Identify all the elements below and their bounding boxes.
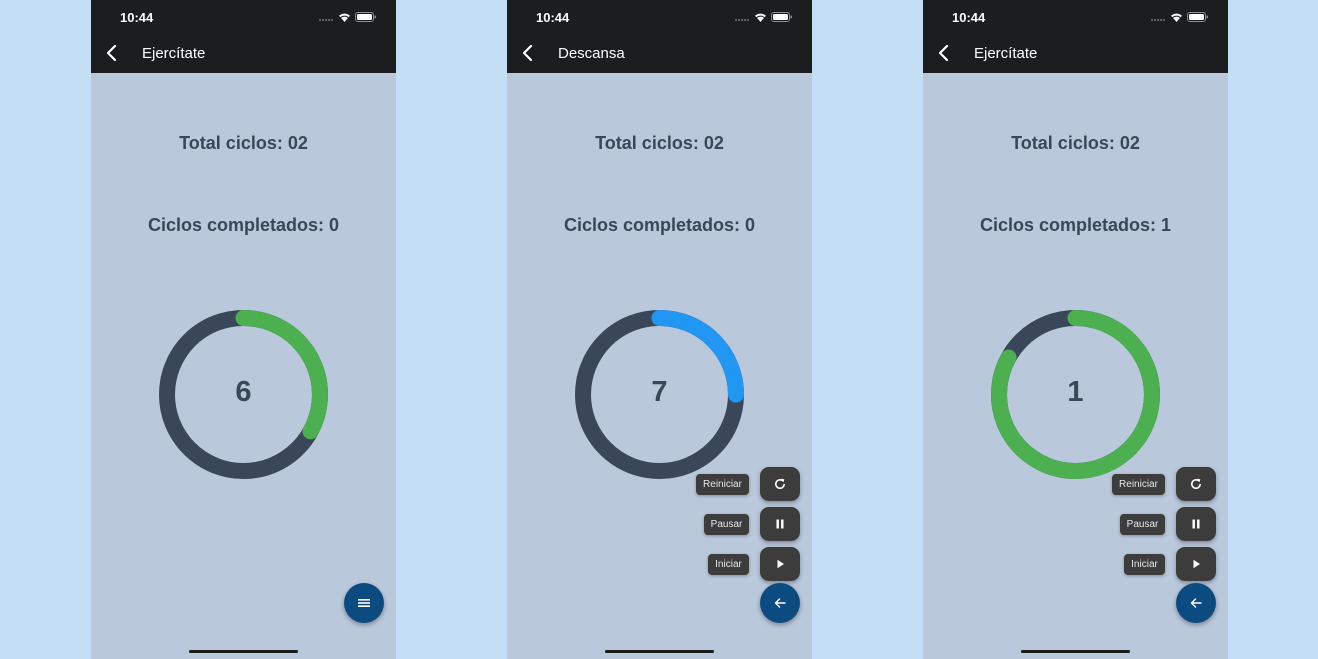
restart-label: Reiniciar <box>1112 474 1165 495</box>
start-label: Iniciar <box>1124 554 1165 575</box>
back-chevron-icon[interactable] <box>521 44 533 62</box>
arrow-left-icon <box>1190 598 1202 608</box>
phone-screen-1: 10:44 Ejercítate Total ciclos: 02 Ciclos… <box>91 0 396 659</box>
menu-fab-button[interactable] <box>344 583 384 623</box>
menu-icon <box>358 599 370 607</box>
home-indicator <box>1021 650 1130 653</box>
play-icon <box>777 559 784 569</box>
back-chevron-icon[interactable] <box>937 44 949 62</box>
completed-cycles-label: Ciclos completados: 0 <box>147 215 340 235</box>
refresh-icon <box>775 478 786 490</box>
pause-button[interactable] <box>760 507 800 541</box>
restart-button[interactable] <box>1176 467 1216 501</box>
cellular-signal-icon <box>319 19 333 21</box>
cellular-signal-icon <box>1151 19 1165 21</box>
wifi-icon <box>1171 13 1182 22</box>
back-chevron-icon[interactable] <box>105 44 117 62</box>
status-bar: 10:44 <box>923 0 1228 34</box>
status-time: 10:44 <box>120 10 154 25</box>
battery-icon <box>355 12 376 22</box>
pause-label: Pausar <box>1120 514 1165 535</box>
countdown-value: 7 <box>651 376 668 408</box>
app-bar: Ejercítate <box>91 34 396 73</box>
page-title: Descansa <box>558 45 625 62</box>
battery-icon <box>771 12 792 22</box>
home-indicator <box>605 650 714 653</box>
close-actions-fab-button[interactable] <box>760 583 800 623</box>
refresh-icon <box>1191 478 1202 490</box>
cellular-signal-icon <box>735 19 749 21</box>
page-title: Ejercítate <box>142 45 206 62</box>
start-button[interactable] <box>1176 547 1216 581</box>
start-label: Iniciar <box>708 554 749 575</box>
status-bar: 10:44 <box>507 0 812 34</box>
phone-screen-3: 10:44 Ejercítate Total ciclos: 02 Ciclos… <box>923 0 1228 659</box>
countdown-value: 1 <box>1067 376 1084 408</box>
app-bar: Descansa <box>507 34 812 73</box>
arrow-left-icon <box>774 598 786 608</box>
total-cycles-label: Total ciclos: 02 <box>595 133 724 153</box>
home-indicator <box>189 650 298 653</box>
status-time: 10:44 <box>952 10 986 25</box>
phone-screen-2: 10:44 Descansa Total ciclos: 02 Ciclos c… <box>507 0 812 659</box>
wifi-icon <box>339 13 350 22</box>
completed-cycles-label: Ciclos completados: 0 <box>563 215 756 235</box>
app-bar: Ejercítate <box>923 34 1228 73</box>
total-cycles-label: Total ciclos: 02 <box>1011 133 1140 153</box>
battery-icon <box>1187 12 1208 22</box>
completed-cycles-label: Ciclos completados: 1 <box>979 215 1172 235</box>
pause-button[interactable] <box>1176 507 1216 541</box>
pause-icon <box>1192 519 1200 529</box>
close-actions-fab-button[interactable] <box>1176 583 1216 623</box>
pause-label: Pausar <box>704 514 749 535</box>
pause-icon <box>776 519 784 529</box>
total-cycles-label: Total ciclos: 02 <box>179 133 308 153</box>
play-icon <box>1193 559 1200 569</box>
status-time: 10:44 <box>536 10 570 25</box>
restart-button[interactable] <box>760 467 800 501</box>
page-title: Ejercítate <box>974 45 1038 62</box>
start-button[interactable] <box>760 547 800 581</box>
countdown-value: 6 <box>235 376 252 408</box>
wifi-icon <box>755 13 766 22</box>
restart-label: Reiniciar <box>696 474 749 495</box>
status-bar: 10:44 <box>91 0 396 34</box>
